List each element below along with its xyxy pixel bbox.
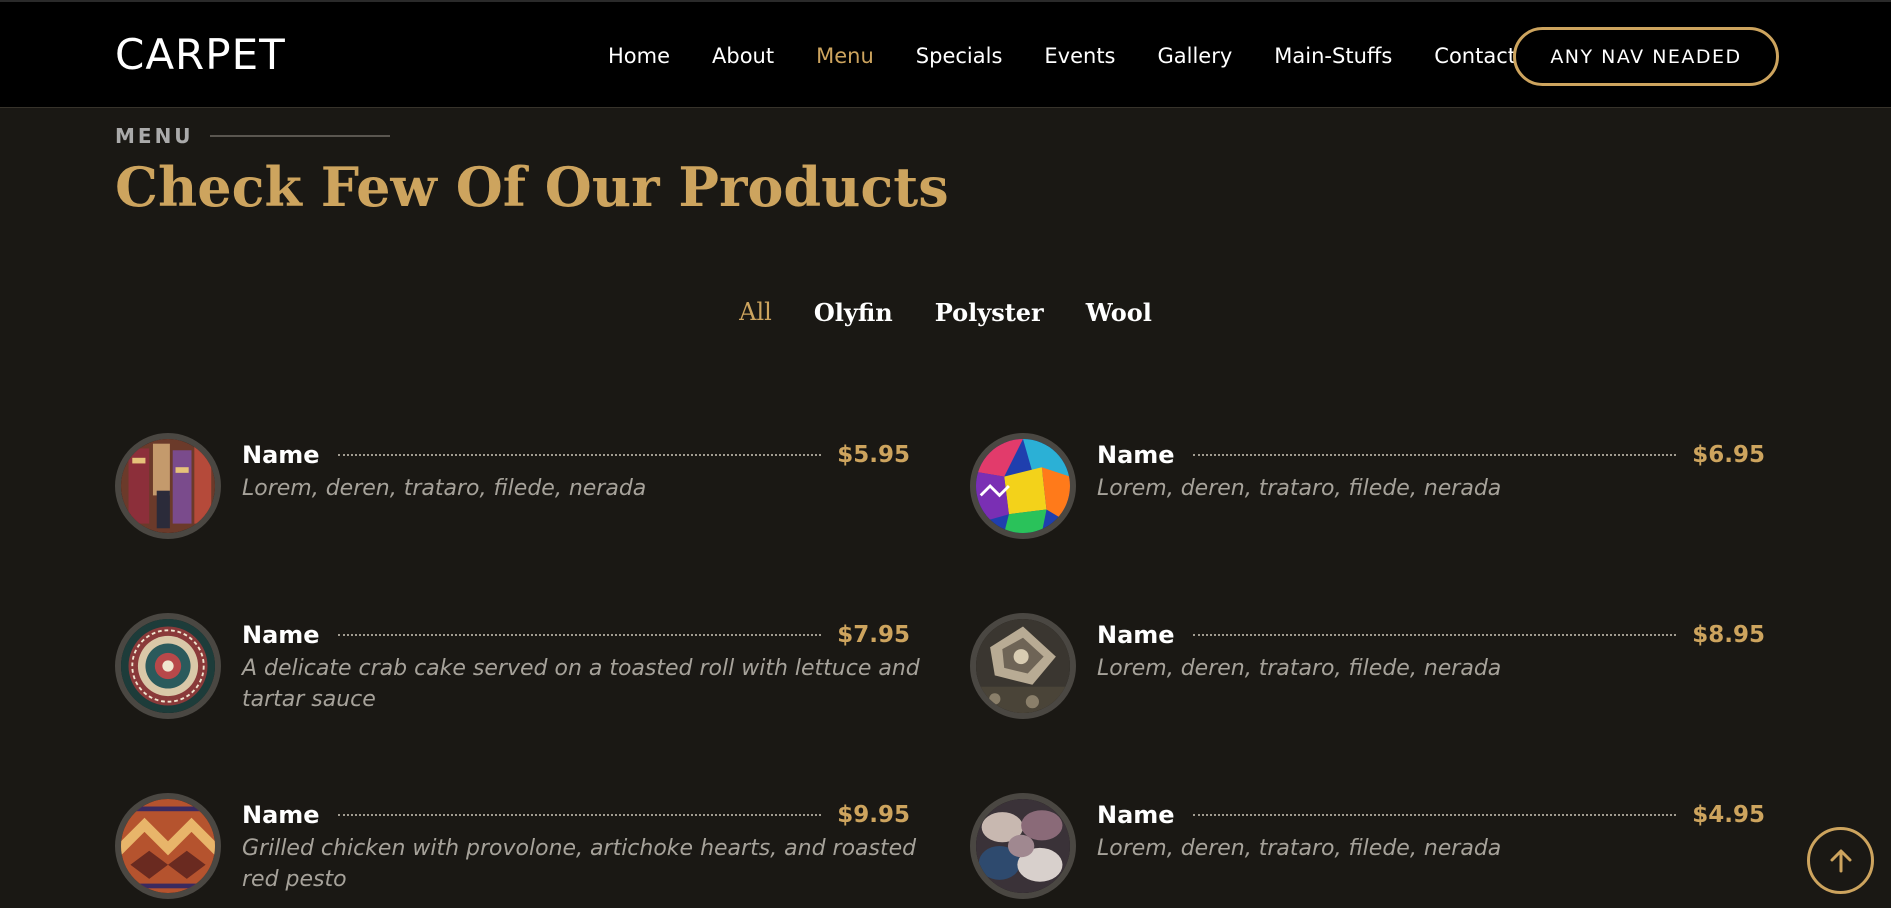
market-rugs-image (121, 439, 215, 533)
menu-item: Name $7.95 A delicate crab cake served o… (115, 613, 920, 723)
menu-item-description: Lorem, deren, trataro, filede, nerada (1097, 836, 1502, 861)
scroll-to-top-button[interactable] (1807, 827, 1874, 894)
filter-all[interactable]: All (718, 298, 793, 327)
filter-olyfin[interactable]: Olyfin (793, 298, 914, 327)
ornate-grey-rug-image (976, 619, 1070, 713)
menu-item-header: Name $6.95 (1097, 439, 1765, 471)
filter-wool[interactable]: Wool (1065, 298, 1173, 327)
nav-home[interactable]: Home (587, 44, 691, 68)
menu-item: Name $4.95 Lorem, deren, trataro, filede… (970, 793, 1770, 903)
menu-item-header: Name $5.95 (242, 439, 910, 471)
medallion-rug-image (121, 619, 215, 713)
main-nav: Home About Menu Specials Events Gallery … (587, 2, 1537, 110)
filter-polyster[interactable]: Polyster (914, 298, 1065, 327)
product-thumbnail[interactable] (115, 613, 221, 719)
nav-events[interactable]: Events (1023, 44, 1136, 68)
nav-about[interactable]: About (691, 44, 795, 68)
menu-item-header: Name $7.95 (242, 619, 910, 651)
product-thumbnail[interactable] (970, 613, 1076, 719)
dotted-leader (1192, 634, 1677, 636)
product-thumbnail[interactable] (115, 793, 221, 899)
menu-item-header: Name $8.95 (1097, 619, 1765, 651)
menu-item-name: Name (242, 801, 320, 829)
menu-item-price: $4.95 (1692, 802, 1765, 828)
section-label-text: MENU (115, 124, 194, 148)
menu-item-price: $9.95 (837, 802, 910, 828)
menu-item: Name $9.95 Grilled chicken with provolon… (115, 793, 916, 903)
product-thumbnail[interactable] (115, 433, 221, 539)
nav-menu[interactable]: Menu (795, 44, 895, 68)
dotted-leader (337, 454, 822, 456)
top-navbar: CARPET Home About Menu Specials Events G… (0, 0, 1891, 108)
section-label: MENU (115, 124, 390, 148)
nav-gallery[interactable]: Gallery (1137, 44, 1254, 68)
menu-item-header: Name $9.95 (242, 799, 910, 831)
site-logo[interactable]: CARPET (115, 30, 286, 79)
menu-item-header: Name $4.95 (1097, 799, 1765, 831)
dotted-leader (337, 814, 822, 816)
section-label-divider (209, 135, 390, 137)
wool-skeins-image (976, 799, 1070, 893)
section-title: Check Few Of Our Products (115, 155, 949, 219)
menu-item: Name $6.95 Lorem, deren, trataro, filede… (970, 433, 1770, 543)
menu-item-name: Name (1097, 441, 1175, 469)
menu-item-name: Name (1097, 801, 1175, 829)
menu-filters: All Olyfin Polyster Wool (0, 298, 1891, 327)
nav-main-stuffs[interactable]: Main-Stuffs (1253, 44, 1413, 68)
colorful-textiles-image (976, 439, 1070, 533)
menu-item-description: A delicate crab cake served on a toasted… (242, 656, 920, 712)
dotted-leader (1192, 454, 1677, 456)
menu-item-description: Grilled chicken with provolone, artichok… (242, 836, 917, 892)
dotted-leader (1192, 814, 1677, 816)
red-kilim-rug-image (121, 799, 215, 893)
menu-item-description: Lorem, deren, trataro, filede, nerada (242, 476, 647, 501)
menu-item-price: $6.95 (1692, 442, 1765, 468)
arrow-up-icon (1830, 849, 1851, 872)
dotted-leader (337, 634, 822, 636)
menu-item-description: Lorem, deren, trataro, filede, nerada (1097, 656, 1502, 681)
menu-item-name: Name (242, 441, 320, 469)
menu-item: Name $8.95 Lorem, deren, trataro, filede… (970, 613, 1770, 723)
menu-item-name: Name (1097, 621, 1175, 649)
menu-item-name: Name (242, 621, 320, 649)
menu-item-price: $8.95 (1692, 622, 1765, 648)
menu-item-price: $7.95 (837, 622, 910, 648)
product-thumbnail[interactable] (970, 793, 1076, 899)
menu-item-description: Lorem, deren, trataro, filede, nerada (1097, 476, 1502, 501)
menu-item-price: $5.95 (837, 442, 910, 468)
menu-item: Name $5.95 Lorem, deren, trataro, filede… (115, 433, 915, 543)
nav-specials[interactable]: Specials (895, 44, 1024, 68)
cta-button[interactable]: ANY NAV NEADED (1513, 27, 1779, 86)
product-thumbnail[interactable] (970, 433, 1076, 539)
